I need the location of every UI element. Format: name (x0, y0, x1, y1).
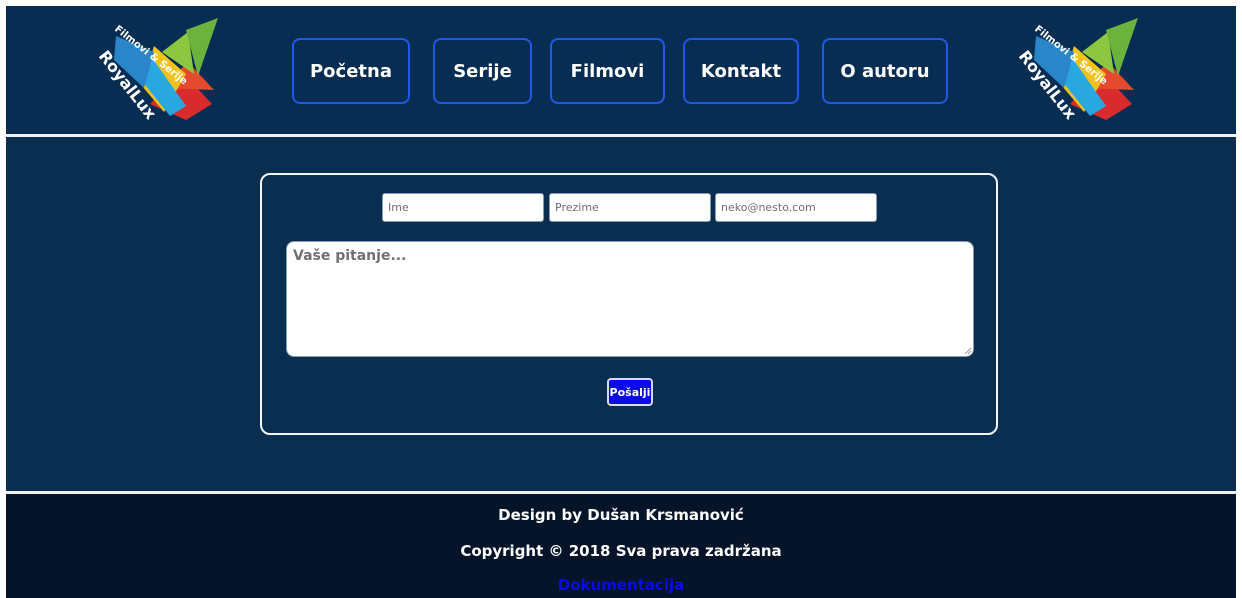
nav-filmovi[interactable]: Filmovi (550, 38, 665, 104)
main-content: Pošalji (6, 137, 1236, 491)
copyright-text: Copyright © 2018 Sva prava zadržana (460, 542, 782, 560)
nav-pocetna-label: Početna (309, 60, 392, 82)
documentation-link[interactable]: Dokumentacija (6, 576, 1236, 594)
site-header: Filmovi & Serije RoyalLux Početna Serije… (6, 6, 1236, 134)
email-field[interactable] (715, 193, 877, 222)
page: Filmovi & Serije RoyalLux Početna Serije… (6, 6, 1236, 598)
nav-pocetna[interactable]: Početna (292, 38, 410, 104)
contact-form: Pošalji (260, 173, 998, 435)
last-name-field[interactable] (549, 193, 711, 222)
nav-serije-label: Serije (453, 60, 512, 82)
nav-serije[interactable]: Serije (433, 38, 532, 104)
first-name-field[interactable] (382, 193, 544, 222)
nav-filmovi-label: Filmovi (570, 60, 645, 82)
royallux-logo[interactable]: Filmovi & Serije RoyalLux (90, 16, 230, 128)
design-credit: Design by Dušan Krsmanović (498, 506, 744, 524)
nav-o-autoru-label: O autoru (840, 60, 930, 82)
nav-kontakt[interactable]: Kontakt (683, 38, 799, 104)
royallux-logo-right[interactable]: Filmovi & Serije RoyalLux (1010, 16, 1150, 128)
nav-o-autoru[interactable]: O autoru (822, 38, 948, 104)
submit-button[interactable]: Pošalji (607, 378, 653, 406)
site-footer: Design by Dušan Krsmanović Copyright © 2… (6, 494, 1236, 598)
question-textarea[interactable] (286, 241, 974, 357)
nav-kontakt-label: Kontakt (700, 60, 782, 82)
